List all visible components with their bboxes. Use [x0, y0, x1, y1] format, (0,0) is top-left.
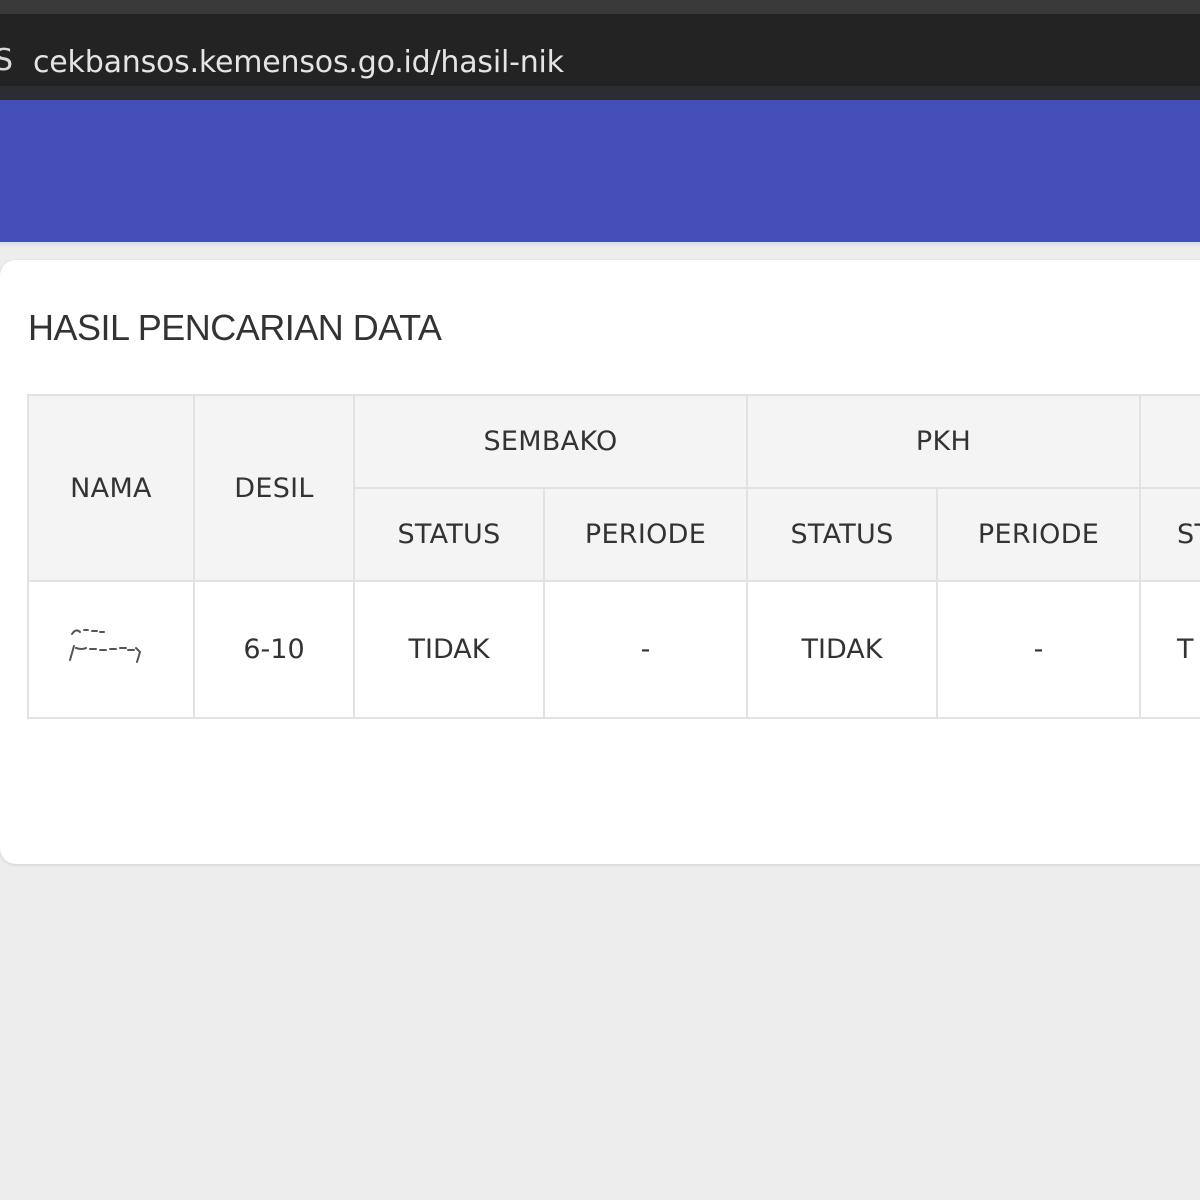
group-header-next	[1139, 394, 1200, 489]
column-header-next-status: ST	[1139, 487, 1200, 582]
column-header-desil: DESIL	[193, 394, 355, 582]
cell-next-status: T	[1139, 580, 1200, 719]
address-bar[interactable]: S cekbansos.kemensos.go.id/hasil-nik	[0, 14, 1200, 86]
cell-sembako-status: TIDAK	[353, 580, 545, 719]
browser-divider	[0, 86, 1200, 100]
page-title: HASIL PENCARIAN DATA	[28, 307, 442, 348]
column-header-sembako-status: STATUS	[353, 487, 545, 582]
cell-pkh-periode: -	[936, 580, 1142, 719]
column-header-nama: NAMA	[27, 394, 195, 582]
header-shadow	[0, 242, 1200, 248]
cell-sembako-periode: -	[542, 580, 749, 719]
site-header	[0, 100, 1200, 242]
column-header-pkh-status: STATUS	[746, 487, 939, 582]
cell-pkh-status: TIDAK	[746, 580, 939, 719]
cell-desil: 6-10	[193, 580, 355, 719]
group-header-pkh: PKH	[746, 394, 1142, 489]
url-text[interactable]: cekbansos.kemensos.go.id/hasil-nik	[33, 45, 564, 81]
column-header-sembako-periode: PERIODE	[542, 487, 749, 582]
browser-tab-strip	[0, 0, 1200, 14]
column-header-pkh-periode: PERIODE	[936, 487, 1142, 582]
cell-nama	[27, 580, 195, 719]
table-row: 6-10 TIDAK - TIDAK - T	[27, 580, 1200, 719]
site-info-icon[interactable]: S	[0, 44, 13, 78]
result-card: HASIL PENCARIAN DATA NAMA DESIL SEMBAKO …	[0, 260, 1200, 864]
redacted-name	[66, 616, 156, 676]
result-table: NAMA DESIL SEMBAKO PKH STATUS PERIODE ST…	[27, 394, 1200, 719]
group-header-sembako: SEMBAKO	[352, 394, 749, 489]
